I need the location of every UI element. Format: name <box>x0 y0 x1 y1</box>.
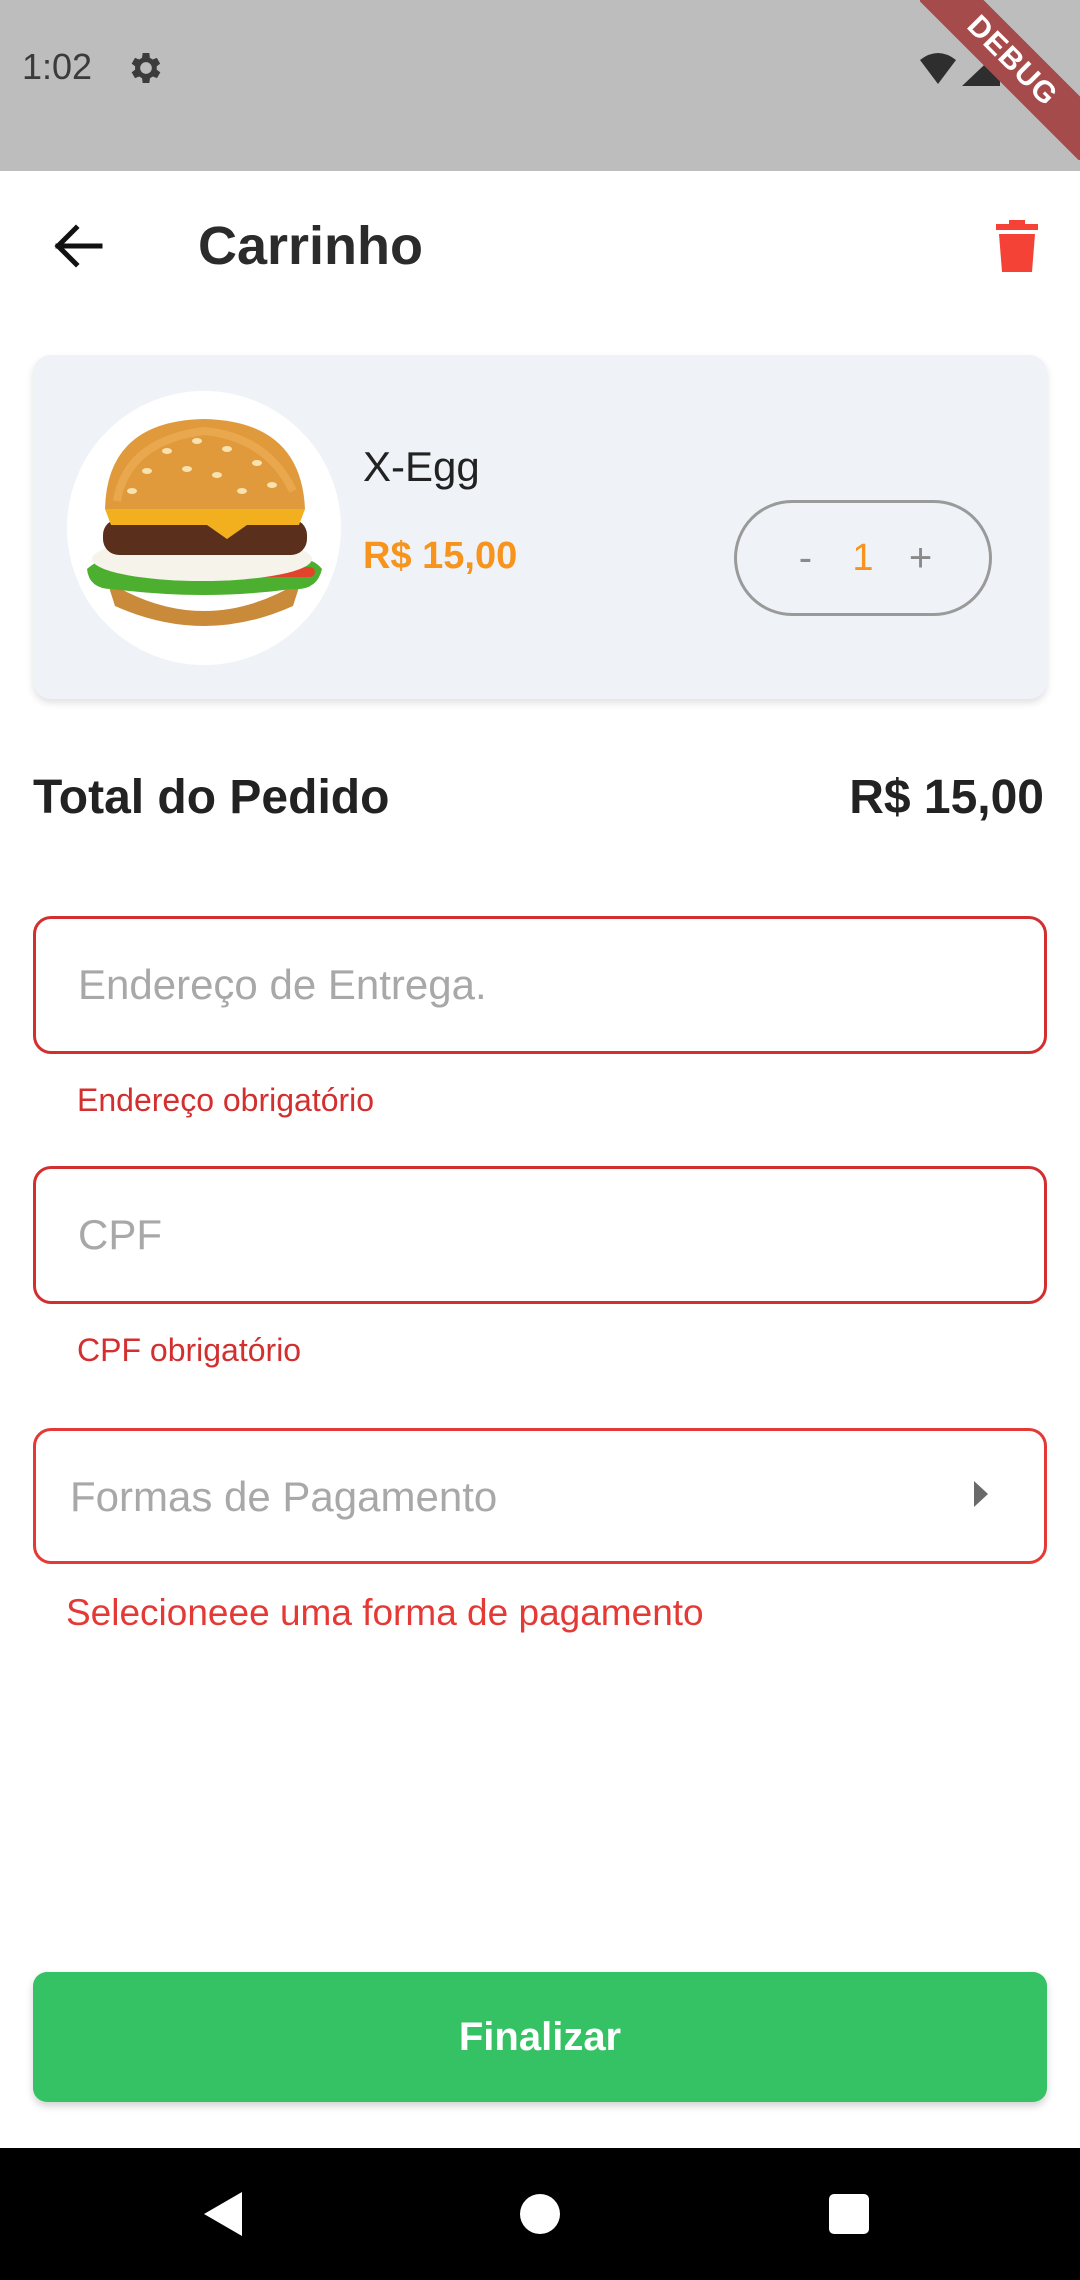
cpf-field <box>33 1166 1047 1304</box>
debug-banner: DEBUG <box>920 0 1080 160</box>
product-name: X-Egg <box>363 443 480 490</box>
debug-label: DEBUG <box>920 0 1080 160</box>
payment-method-placeholder: Formas de Pagamento <box>70 1473 498 1520</box>
back-button[interactable] <box>38 211 118 281</box>
system-nav-bar <box>0 2148 1080 2280</box>
cart-item: X-Egg R$ 15,00 - 1 + <box>33 355 1047 699</box>
burger-image <box>87 419 322 626</box>
quantity-stepper: - 1 + <box>734 500 992 616</box>
finalize-label: Finalizar <box>458 2014 622 2059</box>
address-field <box>33 916 1047 1054</box>
payment-error: Selecioneee uma forma de pagamento <box>66 1592 704 1633</box>
gear-icon <box>131 53 161 83</box>
dropdown-arrow-icon <box>974 1481 988 1507</box>
status-time: 1:02 <box>22 46 93 87</box>
finalize-button[interactable]: Finalizar <box>33 1972 1047 2102</box>
increment-button[interactable]: + <box>899 536 943 581</box>
decrement-button[interactable]: - <box>783 536 827 581</box>
arrow-back-icon <box>54 224 103 268</box>
nav-home-icon[interactable] <box>520 2194 560 2234</box>
page-title: Carrinho <box>198 216 424 276</box>
quantity-value: 1 <box>852 536 874 579</box>
product-price: R$ 15,00 <box>363 535 518 577</box>
clear-cart-button[interactable] <box>982 211 1052 281</box>
address-input[interactable] <box>76 919 976 1051</box>
cpf-input[interactable] <box>76 1169 976 1301</box>
app-bar: Carrinho <box>0 171 1080 321</box>
nav-back-icon[interactable] <box>204 2192 242 2236</box>
status-bar: 1:02 DEBUG <box>0 0 1080 171</box>
cpf-error: CPF obrigatório <box>77 1332 302 1368</box>
trash-icon <box>996 220 1038 272</box>
address-error: Endereço obrigatório <box>77 1082 375 1118</box>
total-value: R$ 15,00 <box>849 771 1044 824</box>
product-image <box>67 391 341 665</box>
payment-method-select[interactable]: Formas de Pagamento <box>33 1428 1047 1564</box>
nav-recents-icon[interactable] <box>829 2194 869 2234</box>
total-label: Total do Pedido <box>33 771 390 824</box>
